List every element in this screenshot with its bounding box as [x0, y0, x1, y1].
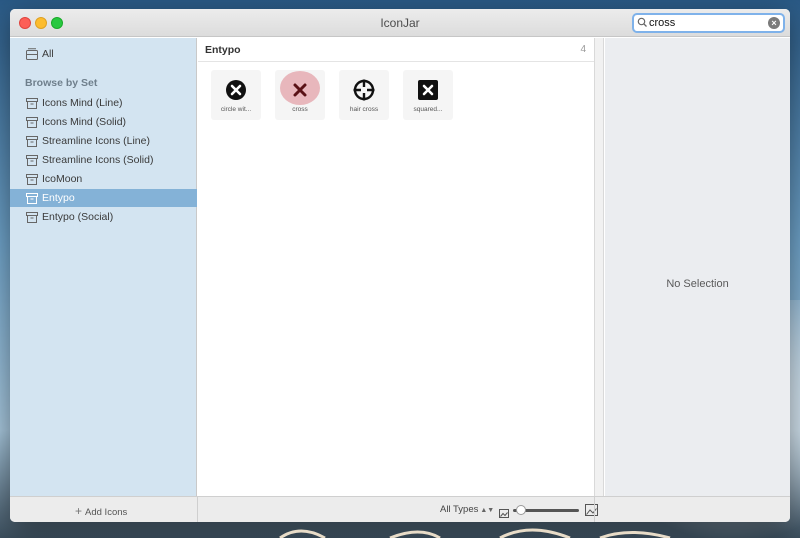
- icon-name: hair cross: [349, 106, 379, 113]
- archive-box-icon: [26, 211, 38, 229]
- tray-icon: [26, 48, 38, 66]
- up-down-arrows-icon: ▲▼: [480, 507, 495, 514]
- sidebar-item-label: All: [42, 48, 54, 60]
- sidebar-item-set[interactable]: IcoMoon: [10, 170, 197, 188]
- sidebar-item-set[interactable]: Icons Mind (Solid): [10, 113, 197, 131]
- sidebar-item-set-selected[interactable]: Entypo: [10, 189, 197, 207]
- divider: [197, 497, 198, 522]
- sidebar: All Browse by Set Icons Mind (Line) Icon…: [10, 38, 197, 496]
- icon-name: cross: [292, 106, 308, 113]
- icon-tile[interactable]: hair cross: [339, 70, 389, 120]
- sidebar-section-heading: Browse by Set: [25, 77, 98, 89]
- sidebar-item-label: Streamline Icons (Line): [42, 135, 150, 147]
- zoom-slider-knob[interactable]: [515, 505, 526, 515]
- bottom-toolbar: + Add Icons All Types ▲▼: [10, 496, 790, 522]
- sidebar-item-label: Icons Mind (Line): [42, 97, 123, 109]
- icon-name: circle wit...: [220, 106, 252, 113]
- sidebar-item-label: IcoMoon: [42, 173, 83, 185]
- sidebar-item-all[interactable]: All: [10, 45, 197, 63]
- icon-tile-selected[interactable]: cross: [275, 70, 325, 120]
- hair-cross-icon: [352, 78, 376, 107]
- search-field[interactable]: ×: [632, 13, 785, 33]
- icon-tile[interactable]: squared...: [403, 70, 453, 120]
- squared-cross-icon: [416, 78, 440, 107]
- icon-count: 4: [580, 44, 586, 55]
- title-bar[interactable]: IconJar ×: [10, 9, 790, 37]
- types-filter-value: All Types: [440, 504, 479, 515]
- sidebar-item-label: Icons Mind (Solid): [42, 116, 127, 128]
- sidebar-item-label: Entypo (Social): [42, 211, 114, 223]
- circled-cross-icon: [224, 78, 248, 107]
- sidebar-item-set[interactable]: Icons Mind (Line): [10, 94, 197, 112]
- cross-icon: [288, 78, 312, 107]
- divider: [594, 497, 595, 522]
- sidebar-item-label: Streamline Icons (Solid): [42, 154, 154, 166]
- add-icons-label: Add Icons: [85, 507, 128, 518]
- search-icon: [637, 16, 648, 34]
- desktop-wallpaper-detail: [279, 528, 671, 538]
- add-icons-button[interactable]: + Add Icons: [75, 504, 127, 518]
- search-input[interactable]: [649, 16, 767, 30]
- sidebar-item-set[interactable]: Streamline Icons (Solid): [10, 151, 197, 169]
- types-filter-select[interactable]: All Types ▲▼: [440, 504, 494, 515]
- icon-name: squared...: [413, 106, 443, 113]
- set-header: Entypo 4: [198, 38, 594, 62]
- sidebar-item-set[interactable]: Streamline Icons (Line): [10, 132, 197, 150]
- plus-icon: +: [75, 504, 83, 518]
- no-selection-label: No Selection: [666, 278, 729, 290]
- set-title: Entypo: [205, 44, 241, 56]
- sidebar-item-label: Entypo: [42, 192, 75, 204]
- app-window: IconJar × All Browse by Set Icons Mind (…: [10, 9, 790, 522]
- pane-splitter[interactable]: [594, 38, 604, 496]
- icon-browser: Entypo 4 circle wit... cross hair cross: [198, 38, 594, 496]
- inspector-pane: No Selection: [605, 38, 790, 496]
- small-image-icon[interactable]: [499, 505, 509, 522]
- icon-tile[interactable]: circle wit...: [211, 70, 261, 120]
- sidebar-item-set[interactable]: Entypo (Social): [10, 208, 197, 226]
- large-image-icon[interactable]: [585, 503, 598, 521]
- clear-search-icon[interactable]: ×: [768, 17, 780, 29]
